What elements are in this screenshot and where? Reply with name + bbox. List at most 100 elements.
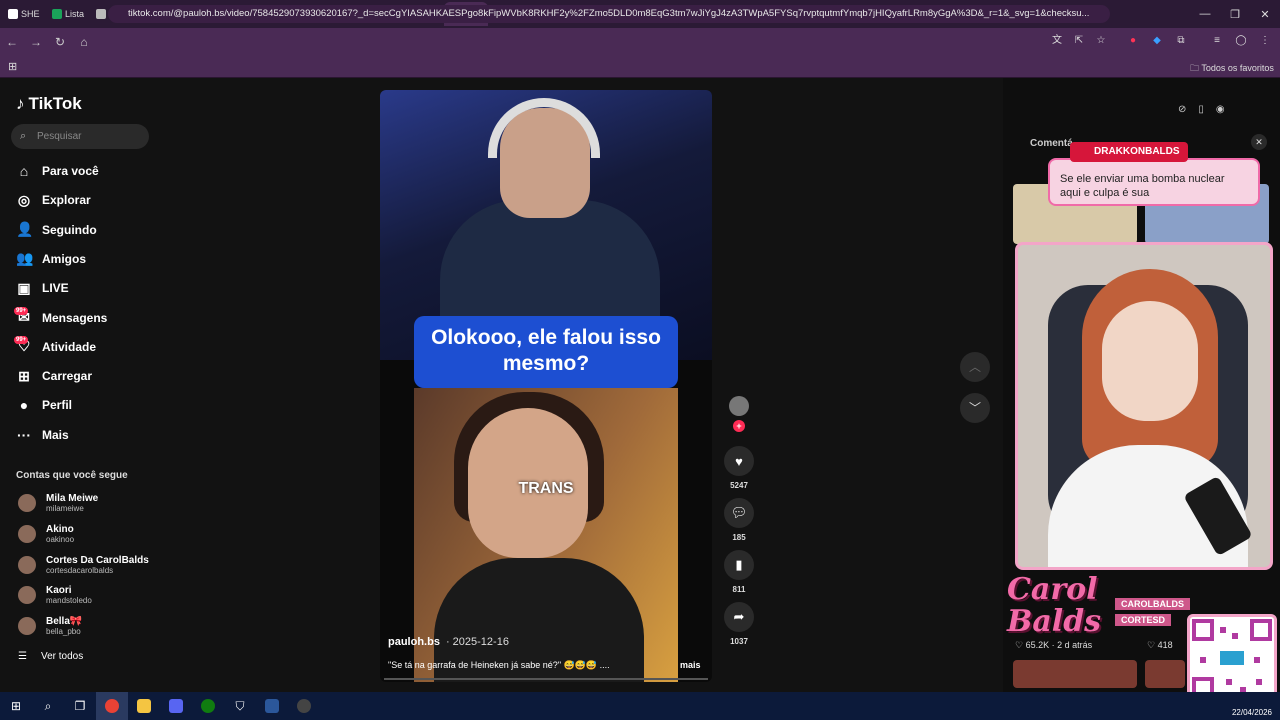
sidebar-item-atividade[interactable]: ♡ 99+ Atividade xyxy=(14,335,96,359)
apps-grid-icon[interactable]: ⊞ xyxy=(8,60,17,73)
sidebar: ♪ TikTok ⌕ Pesquisar ⌂ Para você ◎ Explorar 👤 S… xyxy=(0,78,170,692)
see-all-link[interactable]: ☰ Ver todos xyxy=(18,651,83,662)
save-button[interactable]: ▮ 811 xyxy=(724,550,754,594)
account-handle: mandstoledo xyxy=(46,596,92,606)
followed-account[interactable]: Akino oakinoo xyxy=(18,524,74,544)
maximize-icon[interactable]: ❐ xyxy=(1220,0,1250,28)
file-explorer-icon[interactable] xyxy=(128,692,160,720)
share-count: 1037 xyxy=(730,637,748,646)
share-icon: ➦ xyxy=(724,602,754,632)
followed-account[interactable]: Mila Meiwe milameiwe xyxy=(18,493,98,513)
logo-text: TikTok xyxy=(28,94,82,113)
video-thumbnail[interactable] xyxy=(1013,660,1137,688)
chevron-down-icon: ﹀ xyxy=(968,401,981,415)
sidebar-item-amigos[interactable]: 👥 Amigos xyxy=(16,247,86,271)
more-button[interactable]: mais xyxy=(680,660,701,670)
video-thumbnail[interactable] xyxy=(1145,660,1185,688)
bookmark-icon: ▮ xyxy=(724,550,754,580)
url-field[interactable]: tiktok.com/@pauloh.bs/video/758452907393… xyxy=(108,5,1110,23)
next-video-button[interactable]: ﹀ xyxy=(960,393,990,423)
profile-browser-icon[interactable]: ◯ xyxy=(1234,34,1248,48)
tab-favicon-icon xyxy=(52,9,62,19)
video-progress-bar[interactable] xyxy=(384,678,708,680)
windows-start-icon[interactable]: ⊞ xyxy=(0,692,32,720)
browser-tab[interactable]: Lista xyxy=(48,2,92,26)
following-icon: 👤 xyxy=(16,221,34,238)
previous-video-button[interactable]: ︿ xyxy=(960,352,990,382)
compass-icon: ◎ xyxy=(17,191,31,208)
translate-icon[interactable]: 文 xyxy=(1050,34,1064,48)
sidebar-item-mensagens[interactable]: ✉ 99+ Mensagens xyxy=(14,306,107,330)
sidebar-item-mais[interactable]: ··· Mais xyxy=(16,423,69,447)
discord-icon[interactable] xyxy=(160,692,192,720)
followed-account[interactable]: Bella🎀 bella_pbo xyxy=(18,616,82,636)
sidebar-item-live[interactable]: ▣ LIVE xyxy=(16,276,69,300)
sidebar-item-carregar[interactable]: ⊞ Carregar xyxy=(16,364,92,388)
streamer-face xyxy=(1102,301,1198,421)
video-overlay-word: TRANS xyxy=(518,480,574,497)
device-icon[interactable]: ▯ xyxy=(1198,104,1204,115)
xbox-icon[interactable] xyxy=(192,692,224,720)
account-name: Bella🎀 xyxy=(46,616,83,628)
menu-kebab-icon[interactable]: ⋮ xyxy=(1258,34,1272,48)
forward-icon[interactable]: → xyxy=(24,35,48,49)
sidebar-item-explorar[interactable]: ◎ Explorar xyxy=(16,188,91,212)
inbox-icon[interactable]: ⊘ xyxy=(1178,104,1186,115)
extension-icon[interactable]: ◆ xyxy=(1150,34,1164,48)
media-icon[interactable]: ≡ xyxy=(1210,34,1224,48)
install-app-icon[interactable]: ⇱ xyxy=(1072,34,1086,48)
chevron-up-icon: ︿ xyxy=(968,360,981,374)
task-view-icon[interactable]: ❐ xyxy=(64,692,96,720)
extension-icon[interactable]: ● xyxy=(1126,34,1140,48)
tiktok-note-icon: ♪ xyxy=(16,94,25,113)
followed-account[interactable]: Kaori mandstoledo xyxy=(18,585,92,605)
minimize-icon[interactable]: — xyxy=(1190,0,1220,28)
avatar xyxy=(18,555,36,574)
profile-icon: ● xyxy=(19,397,29,414)
comment-button[interactable]: 💬︎ 185 xyxy=(724,498,754,542)
all-bookmarks-folder[interactable]: 🗀 Todos os favoritos xyxy=(1190,61,1274,77)
sidebar-item-paravoc[interactable]: ⌂ Para você xyxy=(16,159,99,183)
reload-icon[interactable]: ↻ xyxy=(48,35,72,49)
chrome-taskbar-icon[interactable] xyxy=(96,692,128,720)
account-text: Bella🎀 bella_pbo xyxy=(46,616,82,636)
video-player[interactable]: TRANS Olokooo, ele falou isso mesmo? pau… xyxy=(380,90,712,682)
close-window-icon[interactable]: ✕ xyxy=(1250,0,1280,28)
comments-tab[interactable]: Comentá xyxy=(1030,138,1073,149)
user-avatar-icon[interactable]: ◉ xyxy=(1216,104,1225,115)
back-icon[interactable]: ← xyxy=(0,35,24,49)
tab-favicon-icon xyxy=(96,9,106,19)
sidebar-item-perfil[interactable]: ● Perfil xyxy=(16,393,72,417)
sidebar-item-seguindo[interactable]: 👤 Seguindo xyxy=(16,218,97,242)
followed-account[interactable]: Cortes Da CarolBalds cortesdacarolbalds xyxy=(18,555,149,575)
qr-code-graphic xyxy=(1192,619,1272,699)
follow-plus-icon[interactable]: + xyxy=(733,420,745,432)
security-icon[interactable]: ⛉ xyxy=(224,692,256,720)
share-button[interactable]: ➦ 1037 xyxy=(724,602,754,646)
account-text: Cortes Da CarolBalds cortesdacarolbalds xyxy=(46,555,149,575)
video-author[interactable]: pauloh.bs · 2025-12-16 xyxy=(388,636,509,648)
close-icon[interactable]: ✕ xyxy=(1251,134,1267,150)
sidebar-item-label: Seguindo xyxy=(42,222,97,237)
sidebar-item-label: LIVE xyxy=(42,281,69,296)
home-icon: ⌂ xyxy=(19,163,29,179)
save-count: 811 xyxy=(732,585,746,594)
word-icon[interactable] xyxy=(256,692,288,720)
browser-tab[interactable]: SHE xyxy=(4,2,48,26)
like-button[interactable]: ♥ 5247 xyxy=(724,446,754,490)
extensions-puzzle-icon[interactable]: ⧉ xyxy=(1174,34,1188,48)
creator-avatar[interactable] xyxy=(729,396,749,416)
obs-icon[interactable] xyxy=(288,692,320,720)
search-taskbar-icon[interactable]: ⌕ xyxy=(32,692,64,720)
avatar xyxy=(18,617,36,636)
home-browser-icon[interactable]: ⌂ xyxy=(72,35,96,49)
tiktok-logo[interactable]: ♪ TikTok xyxy=(16,94,82,114)
search-icon: ⌕ xyxy=(20,130,27,142)
avatar xyxy=(18,586,36,605)
search-input[interactable]: ⌕ Pesquisar xyxy=(11,124,149,149)
like-count: 5247 xyxy=(730,481,748,490)
account-name: Cortes Da CarolBalds xyxy=(46,554,149,566)
bookmark-star-icon[interactable]: ☆ xyxy=(1094,34,1108,48)
taskbar-date: 22/04/2026 xyxy=(1231,708,1272,717)
webcam-overlay xyxy=(1015,242,1273,570)
